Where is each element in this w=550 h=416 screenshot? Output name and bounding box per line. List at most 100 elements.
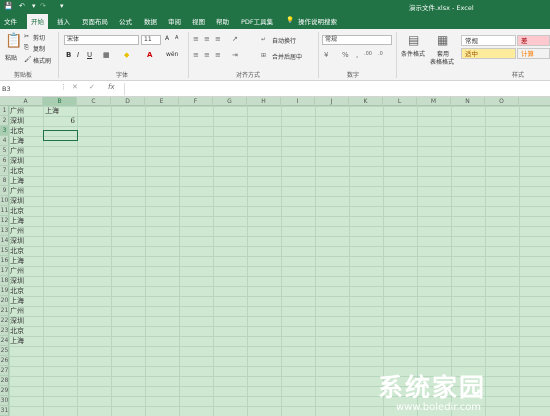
decrease-decimal-icon[interactable]: .0 xyxy=(378,51,383,57)
cell-a7[interactable]: 北京 xyxy=(10,166,24,176)
bold-icon[interactable]: B xyxy=(66,51,71,59)
undo-icon[interactable]: ↶ xyxy=(19,2,25,10)
cell-b2[interactable]: 6 xyxy=(45,116,75,126)
column-header-n[interactable]: N xyxy=(451,97,485,106)
row-header-16[interactable]: 16 xyxy=(0,256,9,266)
borders-icon[interactable]: ▦ xyxy=(103,51,110,59)
table-format-icon[interactable]: ▦ xyxy=(437,33,448,47)
row-header-15[interactable]: 15 xyxy=(0,246,9,256)
cell-a10[interactable]: 深圳 xyxy=(10,196,24,206)
undo-dropdown-icon[interactable]: ▾ xyxy=(32,2,36,10)
cell-a20[interactable]: 上海 xyxy=(10,296,24,306)
wrap-text-button[interactable]: 自动换行 xyxy=(272,36,296,45)
phonetic-icon[interactable]: wén xyxy=(166,51,178,58)
row-header-4[interactable]: 4 xyxy=(0,136,9,146)
cell-a14[interactable]: 深圳 xyxy=(10,236,24,246)
row-header-5[interactable]: 5 xyxy=(0,146,9,156)
row-header-24[interactable]: 24 xyxy=(0,336,9,346)
row-header-25[interactable]: 25 xyxy=(0,346,9,356)
cell-a2[interactable]: 深圳 xyxy=(10,116,24,126)
row-header-1[interactable]: 1 xyxy=(0,106,9,116)
tab-home[interactable]: 开始 xyxy=(27,14,48,29)
row-header-18[interactable]: 18 xyxy=(0,276,9,286)
insert-function-icon[interactable]: fx xyxy=(108,83,115,91)
redo-icon[interactable]: ↷ xyxy=(40,2,46,10)
align-right-icon[interactable]: ≡ xyxy=(215,51,221,59)
merge-center-button[interactable]: 合并后居中 xyxy=(272,52,302,61)
row-header-10[interactable]: 10 xyxy=(0,196,9,206)
cell-a19[interactable]: 北京 xyxy=(10,286,24,296)
column-header-l[interactable]: L xyxy=(383,97,417,106)
format-painter-button[interactable]: 格式刷 xyxy=(33,56,51,65)
percent-icon[interactable]: % xyxy=(342,51,349,59)
row-header-23[interactable]: 23 xyxy=(0,326,9,336)
copy-icon[interactable]: ⎘ xyxy=(24,44,29,52)
tab-file[interactable]: 文件 xyxy=(4,16,17,26)
cell-a18[interactable]: 深圳 xyxy=(10,276,24,286)
active-cell-b3[interactable] xyxy=(43,130,78,141)
cell-a12[interactable]: 上海 xyxy=(10,216,24,226)
cell-a6[interactable]: 深圳 xyxy=(10,156,24,166)
cancel-icon[interactable]: ✕ xyxy=(72,83,78,91)
row-header-29[interactable]: 29 xyxy=(0,386,9,396)
save-icon[interactable]: 💾 xyxy=(4,2,13,10)
conditional-format-icon[interactable]: ▤ xyxy=(408,33,419,47)
copy-button[interactable]: 复制 xyxy=(33,44,45,53)
align-bottom-icon[interactable]: ≡ xyxy=(215,35,221,43)
tab-page-layout[interactable]: 页面布局 xyxy=(82,16,108,26)
align-top-icon[interactable]: ≡ xyxy=(193,35,199,43)
column-header-i[interactable]: I xyxy=(281,97,315,106)
row-header-27[interactable]: 27 xyxy=(0,366,9,376)
font-name-combo[interactable]: 宋体 xyxy=(64,35,139,45)
cell-a15[interactable]: 北京 xyxy=(10,246,24,256)
tab-review[interactable]: 审阅 xyxy=(168,16,181,26)
row-header-7[interactable]: 7 xyxy=(0,166,9,176)
format-painter-icon[interactable]: 🖌 xyxy=(24,56,32,63)
customize-quick-access-icon[interactable]: ▾ xyxy=(60,2,64,10)
cell-a24[interactable]: 上海 xyxy=(10,336,24,346)
tab-data[interactable]: 数据 xyxy=(144,16,157,26)
orientation-icon[interactable]: ↗ xyxy=(232,35,238,43)
row-header-30[interactable]: 30 xyxy=(0,396,9,406)
column-header-o[interactable]: O xyxy=(485,97,519,106)
cell-a5[interactable]: 广州 xyxy=(10,146,24,156)
row-header-26[interactable]: 26 xyxy=(0,356,9,366)
row-header-12[interactable]: 12 xyxy=(0,216,9,226)
row-header-20[interactable]: 20 xyxy=(0,296,9,306)
column-header-h[interactable]: H xyxy=(247,97,281,106)
cell-a8[interactable]: 上海 xyxy=(10,176,24,186)
row-header-11[interactable]: 11 xyxy=(0,206,9,216)
tab-help[interactable]: 帮助 xyxy=(216,16,229,26)
paste-button[interactable]: 粘贴 xyxy=(5,53,17,62)
style-calculation[interactable]: 计算 xyxy=(517,48,550,59)
column-header-d[interactable]: D xyxy=(111,97,145,106)
row-header-22[interactable]: 22 xyxy=(0,316,9,326)
italic-icon[interactable]: I xyxy=(77,51,79,59)
column-header-k[interactable]: K xyxy=(349,97,383,106)
row-header-8[interactable]: 8 xyxy=(0,176,9,186)
formula-input[interactable] xyxy=(124,83,548,95)
number-format-combo[interactable]: 常规 xyxy=(322,35,392,45)
grow-font-icon[interactable]: A xyxy=(165,35,169,42)
cell-a13[interactable]: 广州 xyxy=(10,226,24,236)
cell-a21[interactable]: 广州 xyxy=(10,306,24,316)
cell-a4[interactable]: 上海 xyxy=(10,136,24,146)
cell-a23[interactable]: 北京 xyxy=(10,326,24,336)
name-box[interactable]: B3 xyxy=(0,83,56,95)
column-header-f[interactable]: F xyxy=(179,97,213,106)
tab-pdf-tools[interactable]: PDF工具集 xyxy=(241,16,273,26)
column-header-c[interactable]: C xyxy=(77,97,111,106)
merge-center-icon[interactable]: ⊞ xyxy=(261,52,266,59)
tell-me-search[interactable]: 操作说明搜索 xyxy=(298,16,337,26)
currency-icon[interactable]: ¥ xyxy=(324,51,328,59)
cell-a22[interactable]: 深圳 xyxy=(10,316,24,326)
align-left-icon[interactable]: ≡ xyxy=(193,51,199,59)
row-header-2[interactable]: 2 xyxy=(0,116,9,126)
style-bad[interactable]: 差 xyxy=(517,35,550,46)
column-header-j[interactable]: J xyxy=(315,97,349,106)
font-color-icon[interactable]: A xyxy=(147,51,152,59)
cell-b1[interactable]: 上海 xyxy=(45,106,59,116)
comma-icon[interactable]: , xyxy=(356,51,358,59)
cell-a17[interactable]: 广州 xyxy=(10,266,24,276)
cell-a9[interactable]: 广州 xyxy=(10,186,24,196)
